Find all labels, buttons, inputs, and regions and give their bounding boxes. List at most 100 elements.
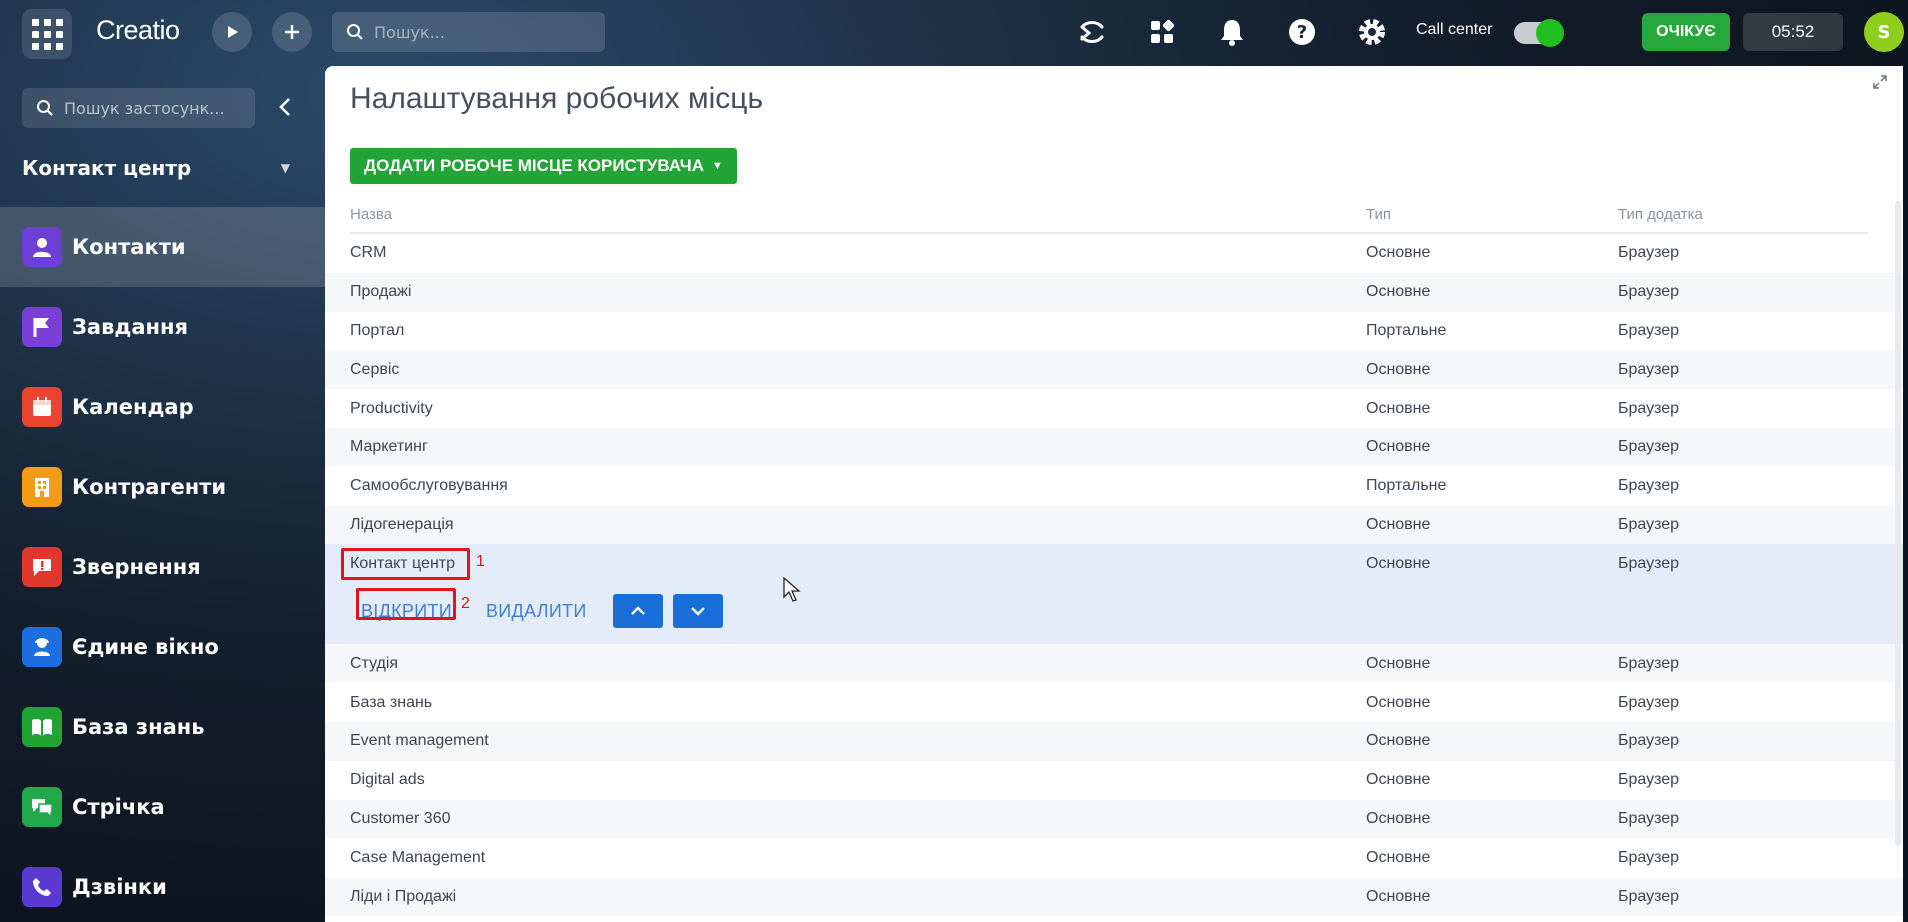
row-type: Основне	[1366, 515, 1431, 533]
row-name[interactable]: Контакт центр	[350, 555, 1366, 573]
table-row[interactable]: Самообслуговування Портальне Браузер	[325, 466, 1903, 506]
row-name[interactable]: База знань	[350, 694, 1366, 712]
chevron-down-icon: ▼	[712, 160, 723, 172]
row-name[interactable]: Лідогенерація	[350, 516, 1366, 534]
table-row[interactable]: Лідогенерація Основне Браузер	[325, 505, 1903, 545]
row-type: Основне	[1366, 360, 1431, 378]
table-row[interactable]: Ліди і Продажі Основне Браузер	[325, 877, 1903, 916]
sidebar-item-label: Звернення	[72, 555, 201, 579]
row-name[interactable]: Сервіс	[350, 361, 1366, 379]
scrollbar[interactable]	[1895, 201, 1901, 846]
table-row[interactable]: Digital ads Основне Браузер	[325, 760, 1903, 800]
row-name[interactable]: Productivity	[350, 400, 1366, 418]
top-bar: Creatio Пошук... ? Call center ОЧІКУЄ 05…	[0, 0, 1908, 66]
row-type: Основне	[1366, 654, 1431, 672]
row-name[interactable]: Customer 360	[350, 810, 1366, 828]
row-type: Основне	[1366, 771, 1431, 789]
agent-status-button[interactable]: ОЧІКУЄ	[1642, 13, 1730, 51]
row-type: Основне	[1366, 438, 1431, 456]
app-launcher-icon[interactable]	[22, 9, 72, 59]
row-name[interactable]: CRM	[350, 244, 1366, 262]
row-app-type: Браузер	[1618, 555, 1680, 573]
row-app-type: Браузер	[1618, 515, 1680, 533]
row-name[interactable]: Продажі	[350, 283, 1366, 301]
assistant-icon[interactable]	[1073, 13, 1111, 51]
add-user-workplace-button[interactable]: ДОДАТИ РОБОЧЕ МІСЦЕ КОРИСТУВАЧА ▼	[350, 148, 737, 184]
row-type: Основне	[1366, 244, 1431, 262]
row-type: Основне	[1366, 848, 1431, 866]
phone-icon	[22, 867, 62, 907]
user-avatar[interactable]: S	[1864, 12, 1904, 52]
workplaces-panel: Налаштування робочих місць ДОДАТИ РОБОЧЕ…	[325, 66, 1903, 922]
row-name[interactable]: Digital ads	[350, 771, 1366, 789]
page-title: Налаштування робочих місць	[350, 82, 764, 115]
row-app-type: Браузер	[1618, 399, 1680, 417]
play-icon[interactable]	[212, 12, 252, 52]
table-row[interactable]: Сервіс Основне Браузер	[325, 350, 1903, 390]
row-type: Основне	[1366, 555, 1431, 573]
row-name[interactable]: Маркетинг	[350, 438, 1366, 456]
table-row-selected[interactable]: Контакт центр Основне Браузер 1 ВІДКРИТИ…	[325, 544, 1903, 645]
search-icon	[347, 24, 363, 40]
agent-icon	[22, 627, 62, 667]
sidebar-item-contacts[interactable]: Контакти	[0, 207, 325, 287]
global-search-input[interactable]: Пошук...	[332, 12, 605, 52]
gear-icon[interactable]	[1353, 13, 1391, 51]
row-name[interactable]: Студія	[350, 655, 1366, 673]
delete-button[interactable]: ВИДАЛИТИ	[486, 601, 587, 622]
table-row[interactable]: Продажі Основне Браузер	[325, 272, 1903, 312]
app-search-input[interactable]: Пошук застосунк...	[22, 88, 255, 128]
table-row[interactable]: Студія Основне Браузер	[325, 644, 1903, 684]
collapse-sidebar-icon[interactable]	[272, 94, 298, 120]
help-icon[interactable]: ?	[1283, 13, 1321, 51]
move-up-button[interactable]	[612, 594, 663, 629]
row-name[interactable]: Case Management	[350, 849, 1366, 867]
sidebar-item-calendar[interactable]: Календар	[0, 367, 325, 447]
table-row[interactable]: CRM Основне Браузер	[325, 234, 1903, 273]
sidebar: Пошук застосунк... Контакт центр ▼ Конта…	[0, 66, 325, 922]
sidebar-item-calls[interactable]: Дзвінки	[0, 847, 325, 922]
workspace-selector[interactable]: Контакт центр ▼	[22, 156, 296, 180]
column-header-app-type[interactable]: Тип додатка	[1618, 206, 1868, 223]
row-name[interactable]: Самообслуговування	[350, 477, 1366, 495]
table-row[interactable]: База знань Основне Браузер	[325, 683, 1903, 722]
row-name[interactable]: Ліди і Продажі	[350, 888, 1366, 906]
chevron-down-icon	[690, 607, 705, 617]
sidebar-item-label: Контрагенти	[72, 475, 227, 499]
call-center-toggle[interactable]	[1514, 19, 1564, 47]
add-icon[interactable]	[272, 12, 312, 52]
sidebar-item-feed[interactable]: Стрічка	[0, 767, 325, 847]
table-row[interactable]: Customer 360 Основне Браузер	[325, 799, 1903, 839]
expand-icon[interactable]	[1873, 74, 1889, 90]
column-header-type[interactable]: Тип	[1366, 206, 1618, 223]
row-type: Портальне	[1366, 477, 1447, 495]
bell-icon[interactable]	[1213, 13, 1251, 51]
sidebar-item-knowledge-base[interactable]: База знань	[0, 687, 325, 767]
sidebar-item-cases[interactable]: Звернення	[0, 527, 325, 607]
widgets-icon[interactable]	[1143, 13, 1181, 51]
table-row[interactable]: Event management Основне Браузер	[325, 721, 1903, 761]
move-down-button[interactable]	[672, 594, 723, 629]
table-row[interactable]: Портал Портальне Браузер	[325, 311, 1903, 351]
row-type: Основне	[1366, 693, 1431, 711]
sidebar-item-accounts[interactable]: Контрагенти	[0, 447, 325, 527]
row-type: Основне	[1366, 399, 1431, 417]
row-app-type: Браузер	[1618, 360, 1680, 378]
sidebar-item-single-window[interactable]: Єдине вікно	[0, 607, 325, 687]
row-name[interactable]: Портал	[350, 322, 1366, 340]
row-name[interactable]: Event management	[350, 732, 1366, 750]
table-row[interactable]: Case Management Основне Браузер	[325, 838, 1903, 878]
sidebar-item-label: База знань	[72, 715, 205, 739]
add-button-label: ДОДАТИ РОБОЧЕ МІСЦЕ КОРИСТУВАЧА	[364, 156, 705, 175]
row-type: Основне	[1366, 887, 1431, 905]
column-header-name[interactable]: Назва	[350, 206, 1366, 223]
row-type: Портальне	[1366, 321, 1447, 339]
row-app-type: Браузер	[1618, 732, 1680, 750]
sidebar-item-tasks[interactable]: Завдання	[0, 287, 325, 367]
table-row[interactable]: Productivity Основне Браузер	[325, 389, 1903, 428]
table-row[interactable]: Маркетинг Основне Браузер	[325, 427, 1903, 467]
flag-icon	[22, 307, 62, 347]
chevron-up-icon	[630, 606, 645, 616]
row-app-type: Браузер	[1618, 693, 1680, 711]
creatio-logo: Creatio	[96, 15, 180, 45]
